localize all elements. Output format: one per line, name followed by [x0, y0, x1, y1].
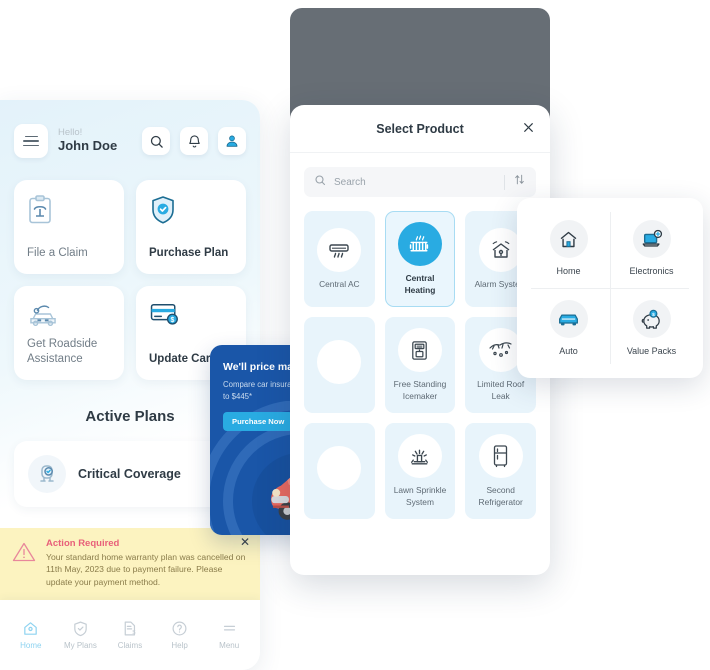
bottom-navigation: Home My Plans $ Claims Help Menu	[0, 600, 260, 670]
warning-triangle-icon	[12, 541, 36, 588]
product-card-central-heating[interactable]: Central Heating	[384, 211, 456, 307]
category-label: Home	[556, 266, 581, 276]
credit-card-icon: $	[149, 301, 233, 332]
select-product-modal: Select Product Search Central AC Central…	[290, 105, 550, 575]
product-card-central-ac[interactable]: Central AC	[304, 211, 375, 307]
car-wrench-icon	[27, 301, 111, 332]
laptop-icon	[632, 220, 671, 258]
nav-label: Help	[171, 641, 188, 650]
category-popup: Home Electronics Auto $ Value Packs	[517, 198, 703, 378]
category-label: Value Packs	[626, 346, 677, 356]
refrigerator-icon	[478, 434, 523, 479]
search-placeholder: Search	[334, 176, 366, 188]
greeting-block: Hello! John Doe	[58, 127, 132, 154]
alert-title: Action Required	[46, 537, 120, 549]
category-label: Auto	[559, 346, 578, 356]
tile-purchase-plan[interactable]: Purchase Plan	[136, 180, 246, 274]
clipboard-claim-icon	[27, 195, 111, 230]
category-item-electronics[interactable]: Electronics	[610, 208, 693, 288]
nav-label: Claims	[117, 641, 143, 650]
product-card-hidden-1[interactable]	[304, 317, 375, 413]
icemaker-icon	[397, 328, 442, 373]
alert-message: Your standard home warranty plan was can…	[46, 551, 246, 587]
divider	[504, 174, 505, 190]
air-conditioner-icon	[317, 227, 362, 272]
close-icon[interactable]	[522, 121, 535, 139]
nav-item-claims[interactable]: $ Claims	[107, 620, 153, 650]
product-card-lawn-sprinkle-system[interactable]: Lawn Sprinkle System	[384, 423, 456, 519]
category-item-auto[interactable]: Auto	[527, 288, 610, 368]
nav-item-help[interactable]: Help	[157, 620, 203, 650]
svg-text:$: $	[170, 317, 174, 324]
placeholder-icon	[317, 339, 362, 384]
search-bar-container: Search	[290, 153, 550, 197]
search-input[interactable]: Search	[304, 167, 536, 197]
tile-label: Purchase Plan	[149, 247, 229, 260]
plan-name: Critical Coverage	[78, 467, 181, 481]
product-card-free-standing-icemaker[interactable]: Free Standing Icemaker	[384, 317, 456, 413]
category-label: Electronics	[629, 266, 674, 276]
water-heater-shield-icon	[28, 455, 66, 493]
sprinkler-icon	[397, 434, 442, 479]
radiator-icon	[397, 222, 442, 267]
tile-label: File a Claim	[27, 247, 88, 260]
product-label: Free Standing Icemaker	[393, 379, 447, 401]
nav-item-home[interactable]: Home	[8, 620, 54, 650]
modal-header: Select Product	[290, 105, 550, 153]
car-icon	[549, 300, 588, 338]
bell-icon[interactable]	[180, 127, 208, 155]
category-item-value-packs[interactable]: $ Value Packs	[610, 288, 693, 368]
category-item-home[interactable]: Home	[527, 208, 610, 288]
tile-get-roadside-assistance[interactable]: Get Roadside Assistance	[14, 286, 124, 380]
screenshot-canvas: Hello! John Doe File a Claim Purchase Pl…	[0, 0, 710, 670]
account-icon[interactable]	[218, 127, 246, 155]
home-icon	[549, 220, 588, 258]
nav-item-my-plans[interactable]: My Plans	[57, 620, 103, 650]
product-card-second-refrigerator[interactable]: Second Refrigerator	[465, 423, 536, 519]
user-name: John Doe	[58, 137, 118, 153]
svg-text:$: $	[133, 630, 137, 636]
nav-label: My Plans	[63, 641, 97, 650]
product-label: Limited Roof Leak	[477, 379, 525, 401]
product-label: Central AC	[319, 278, 360, 289]
app-header: Hello! John Doe	[0, 100, 260, 158]
sort-arrows-icon[interactable]	[513, 173, 526, 191]
nav-label: Home	[20, 641, 42, 650]
svg-text:$: $	[652, 311, 655, 317]
tile-file-a-claim[interactable]: File a Claim	[14, 180, 124, 274]
close-icon[interactable]: ✕	[240, 536, 250, 548]
purchase-now-button[interactable]: Purchase Now	[223, 412, 294, 432]
nav-item-menu[interactable]: Menu	[206, 620, 252, 650]
placeholder-icon	[317, 445, 362, 490]
product-grid: Central AC Central Heating Alarm System …	[290, 197, 550, 535]
piggy-bank-icon: $	[632, 300, 671, 338]
search-icon[interactable]	[142, 127, 170, 155]
product-label: Central Heating	[404, 273, 436, 295]
status-banner: Action Required Your standard home warra…	[0, 527, 260, 600]
product-label: Second Refrigerator	[478, 485, 523, 507]
nav-label: Menu	[219, 641, 240, 650]
product-card-hidden-2[interactable]	[304, 423, 375, 519]
tile-label: Get Roadside Assistance	[27, 338, 98, 366]
modal-title: Select Product	[376, 121, 464, 136]
menu-icon[interactable]	[14, 124, 48, 158]
product-label: Lawn Sprinkle System	[393, 485, 447, 507]
search-icon	[314, 173, 326, 191]
shield-check-icon	[149, 195, 233, 230]
